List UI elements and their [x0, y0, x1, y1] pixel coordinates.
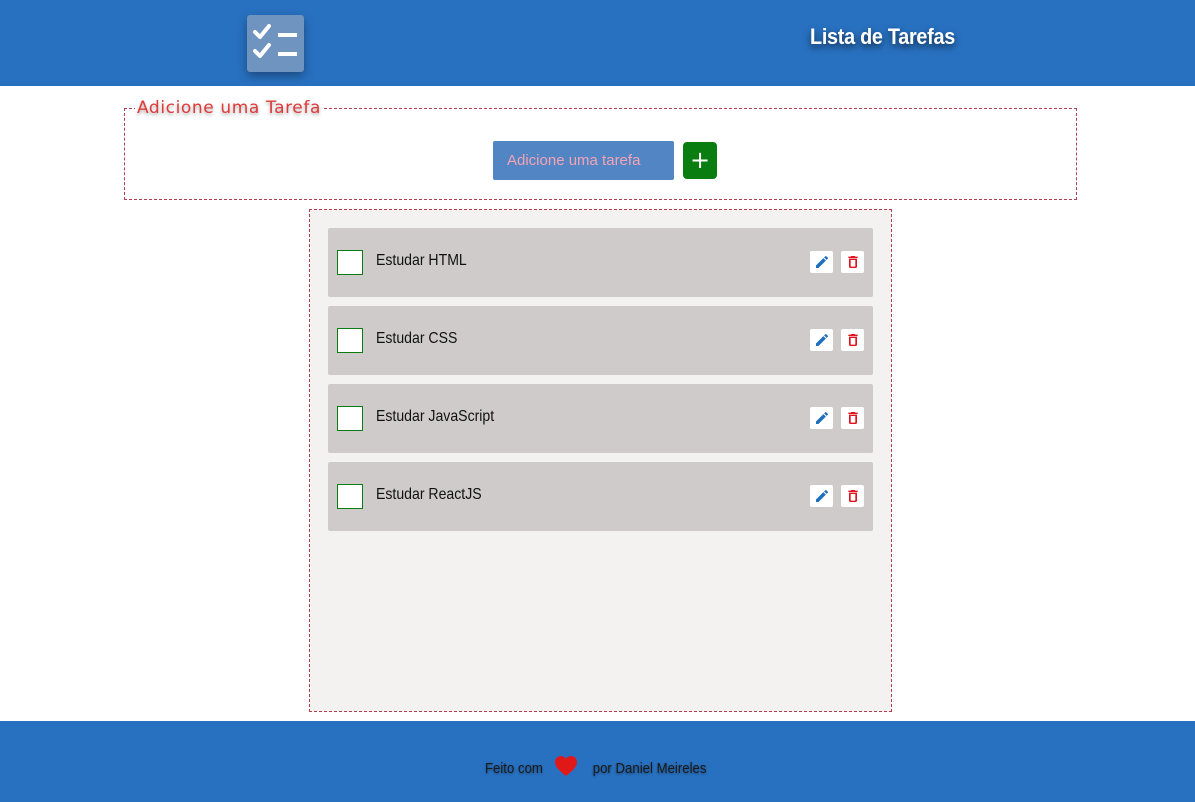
edit-button[interactable] [810, 407, 833, 429]
trash-icon [847, 412, 858, 424]
footer-credit: Feito com por Daniel Meireles [0, 755, 1195, 781]
footer-made-with: Feito com [484, 759, 543, 777]
footer-author: por Daniel Meireles [592, 759, 707, 777]
task-checkbox[interactable] [337, 406, 363, 431]
delete-button[interactable] [841, 407, 864, 429]
delete-button[interactable] [841, 251, 864, 273]
task-item: Estudar HTML [328, 228, 873, 297]
add-task-legend: Adicione uma Tarefa [135, 98, 323, 118]
pencil-icon [815, 411, 828, 424]
task-list: Estudar HTML Estudar CSS Estudar JavaScr… [309, 209, 892, 712]
trash-icon [847, 334, 858, 346]
edit-button[interactable] [810, 485, 833, 507]
task-checkbox[interactable] [337, 484, 363, 509]
pencil-icon [815, 489, 828, 502]
app-footer: Feito com por Daniel Meireles [0, 721, 1195, 802]
add-task-section: Adicione uma Tarefa + [124, 98, 1077, 200]
page-title: Lista de Tarefas [810, 24, 955, 49]
task-checkbox[interactable] [337, 250, 363, 275]
edit-button[interactable] [810, 329, 833, 351]
delete-button[interactable] [841, 485, 864, 507]
task-label: Estudar JavaScript [376, 408, 495, 425]
task-label: Estudar CSS [376, 330, 458, 347]
task-label: Estudar ReactJS [376, 486, 482, 503]
heart-icon [554, 755, 578, 781]
task-input[interactable] [493, 141, 674, 180]
task-item: Estudar ReactJS [328, 462, 873, 531]
task-label: Estudar HTML [376, 252, 467, 269]
trash-icon [847, 490, 858, 502]
add-task-button[interactable]: + [683, 142, 717, 179]
pencil-icon [815, 333, 828, 346]
delete-button[interactable] [841, 329, 864, 351]
task-item: Estudar CSS [328, 306, 873, 375]
trash-icon [847, 256, 858, 268]
task-item: Estudar JavaScript [328, 384, 873, 453]
task-checkbox[interactable] [337, 328, 363, 353]
app-header: Lista de Tarefas [0, 0, 1195, 86]
pencil-icon [815, 255, 828, 268]
edit-button[interactable] [810, 251, 833, 273]
checklist-icon [247, 15, 304, 72]
